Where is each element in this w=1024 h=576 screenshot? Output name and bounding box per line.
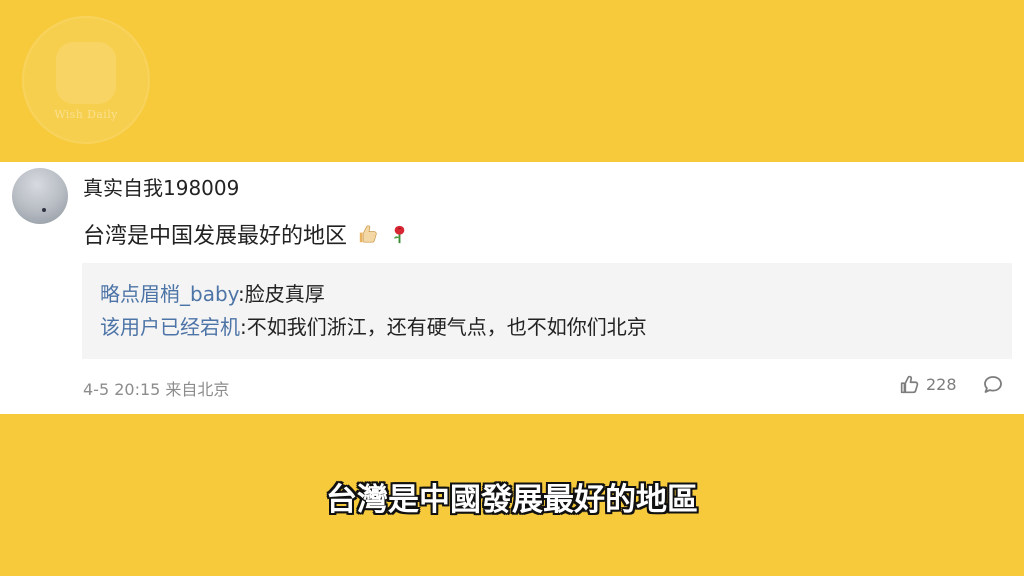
comment-username[interactable]: 真实自我198009 (83, 172, 239, 201)
subtitle-caption: 台灣是中國發展最好的地區 (326, 482, 698, 518)
reply-text: :不如我们浙江，还有硬气点，也不如你们北京 (240, 315, 647, 339)
like-count: 228 (926, 375, 957, 394)
reply-user-link[interactable]: 该用户已经宕机 (100, 315, 240, 339)
like-button[interactable]: 228 (898, 374, 957, 396)
reply-text: :脸皮真厚 (238, 282, 325, 306)
reply-preview-box[interactable]: 略点眉梢_baby:脸皮真厚 该用户已经宕机:不如我们浙江，还有硬气点，也不如你… (82, 263, 1012, 359)
channel-watermark: Wish Daily (22, 16, 150, 144)
comment-card: 真实自我198009 台湾是中国发展最好的地区 略点眉梢_baby:脸皮真厚 该… (0, 162, 1024, 414)
rose-icon (388, 223, 411, 252)
comment-text-row: 台湾是中国发展最好的地区 (83, 218, 411, 252)
comment-icon[interactable] (981, 373, 1005, 397)
thumbs-up-icon (900, 375, 919, 394)
watermark-icon (56, 41, 116, 104)
watermark-text: Wish Daily (54, 107, 118, 121)
comment-meta: 4-5 20:15 来自北京 (83, 380, 230, 399)
reply-item[interactable]: 该用户已经宕机:不如我们浙江，还有硬气点，也不如你们北京 (100, 311, 1012, 344)
thumbs-up-icon (356, 223, 379, 252)
reply-user-link[interactable]: 略点眉梢_baby (100, 282, 238, 306)
reply-item[interactable]: 略点眉梢_baby:脸皮真厚 (100, 278, 1012, 311)
avatar[interactable] (12, 168, 68, 224)
comment-body: 台湾是中国发展最好的地区 (83, 224, 348, 249)
avatar-spot (42, 208, 46, 212)
